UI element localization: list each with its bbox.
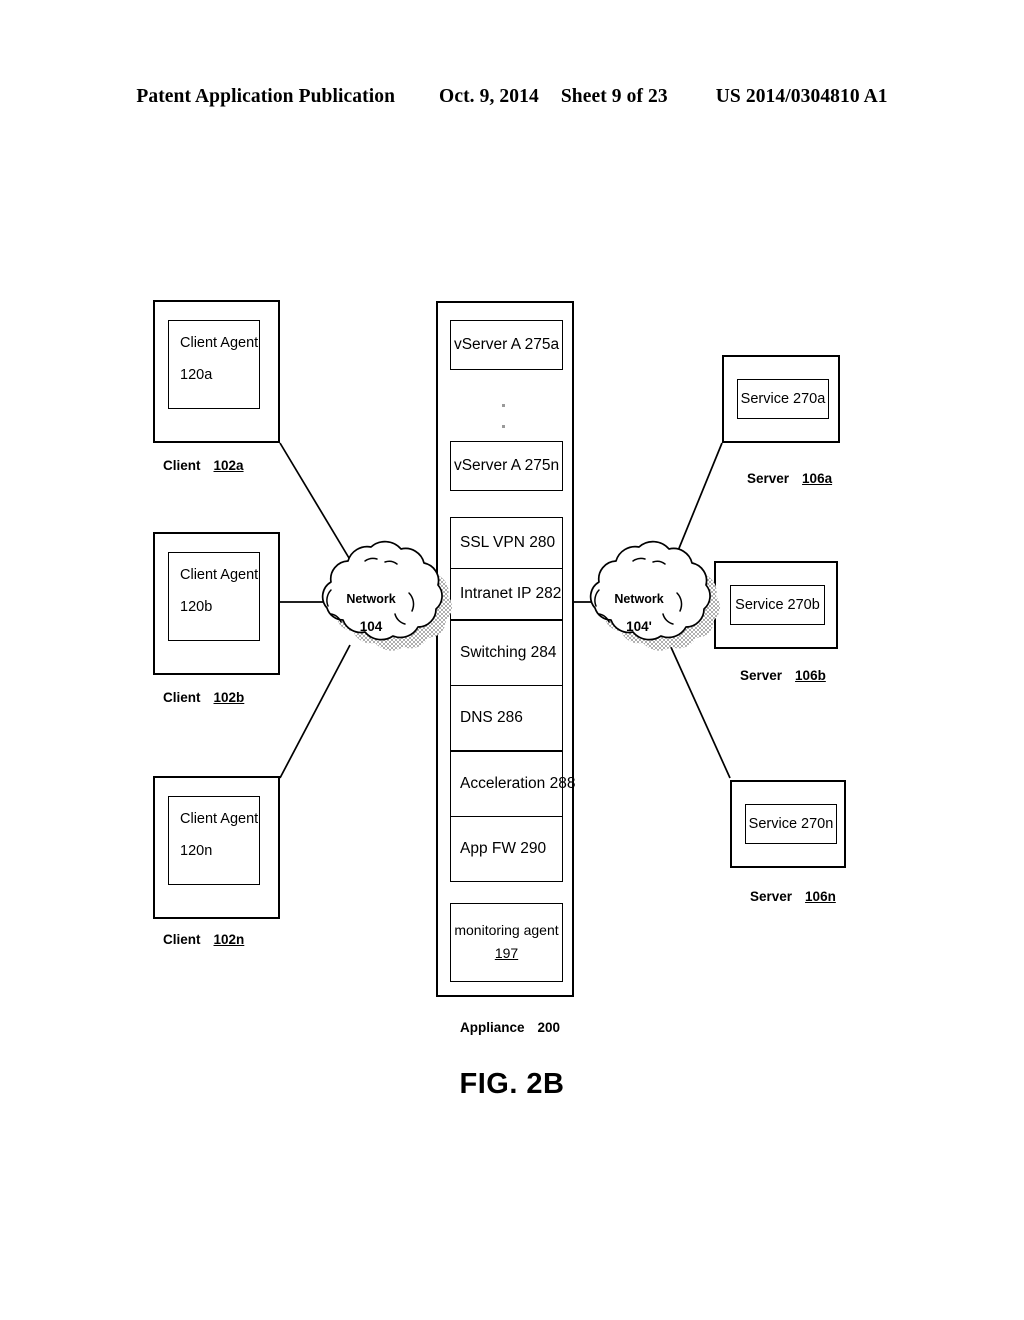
network-104-name: Network — [346, 592, 396, 606]
network-104-prime-name: Network — [614, 592, 664, 606]
network-104-prime-label: Network 104' — [579, 592, 699, 634]
network-104-prime-ref: 104' — [626, 619, 652, 634]
network-104-label: Network 104 — [311, 592, 431, 634]
network-104-ref: 104 — [359, 619, 383, 634]
network-clouds — [321, 540, 721, 651]
